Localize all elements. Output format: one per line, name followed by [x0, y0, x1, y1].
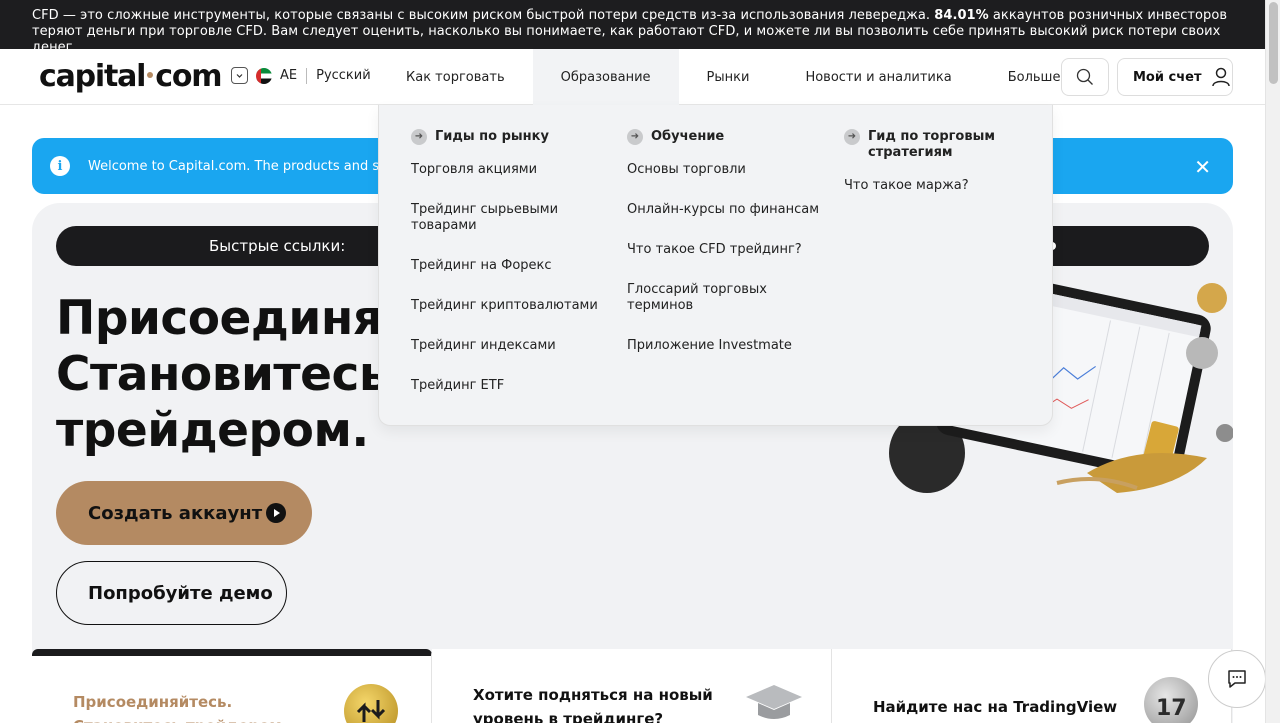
risk-warning-bar: CFD — это сложные инструменты, которые с… — [0, 0, 1265, 55]
feature-card-title: Присоединяйтесь. Становитесь трейдером. — [73, 690, 287, 723]
nav-education[interactable]: Образование — [532, 49, 679, 105]
menu-item-what-is-cfd[interactable]: Что такое CFD трейдинг? — [627, 242, 822, 258]
feature-card[interactable]: Хотите подняться на новый уровень в трей… — [432, 649, 832, 723]
menu-item-trading-basics[interactable]: Основы торговли — [627, 162, 822, 178]
menu-item-indices[interactable]: Трейдинг индексами — [411, 338, 611, 354]
arrow-right-icon: ➜ — [627, 129, 643, 145]
scrollbar-thumb[interactable] — [1269, 2, 1278, 84]
risk-warning-pre: CFD — это сложные инструменты, которые с… — [32, 8, 935, 23]
menu-item-forex[interactable]: Трейдинг на Форекс — [411, 258, 611, 274]
education-dropdown-menu: ➜ Гиды по рынку Торговля акциями Трейдин… — [378, 105, 1053, 426]
create-account-label: Создать аккаунт — [88, 502, 263, 524]
arrow-right-icon: ➜ — [411, 129, 427, 145]
feature-card-line: Хотите подняться на новый — [473, 686, 713, 704]
strategies-heading[interactable]: ➜ Гид по торговым стратегиям — [844, 129, 1024, 161]
chat-icon — [1228, 670, 1246, 688]
menu-item-commodities[interactable]: Трейдинг сырьевыми товарами — [411, 202, 611, 234]
menu-item-etf[interactable]: Трейдинг ETF — [411, 378, 611, 394]
main-nav: Как торговать Образование Рынки Новости … — [378, 49, 1088, 105]
uae-flag-icon — [256, 67, 272, 84]
column-heading-label: Гид по торговым стратегиям — [868, 129, 995, 160]
learning-column: ➜ Обучение Основы торговли Онлайн-курсы … — [627, 129, 822, 378]
arrows-coin-icon — [344, 684, 398, 723]
nav-news-analysis[interactable]: Новости и аналитика — [777, 49, 979, 105]
feature-card-line: Найдите нас на TradingView — [873, 698, 1118, 716]
graduation-cap-icon — [744, 677, 802, 723]
column-heading-label: Гиды по рынку — [435, 129, 549, 144]
language-selector[interactable]: AE Русский — [231, 67, 371, 84]
feature-card-line: Становитесь трейдером. — [73, 714, 287, 723]
my-account-button[interactable]: Мой счет — [1117, 58, 1233, 96]
capital-logo[interactable]: capital com — [39, 59, 223, 94]
create-account-button[interactable]: Создать аккаунт — [56, 481, 312, 545]
welcome-banner-text: Welcome to Capital.com. The products and… — [88, 158, 404, 174]
try-demo-button[interactable]: Попробуйте демо — [56, 561, 287, 625]
info-icon: i — [50, 156, 70, 176]
menu-item-stocks[interactable]: Торговля акциями — [411, 162, 611, 178]
svg-text:17: 17 — [1156, 696, 1187, 721]
chat-button[interactable] — [1208, 650, 1266, 708]
feature-card-line: уровень в трейдинге? — [473, 710, 664, 723]
market-guides-column: ➜ Гиды по рынку Торговля акциями Трейдин… — [411, 129, 611, 418]
page-scrollbar[interactable] — [1265, 0, 1280, 723]
logo-dot — [147, 71, 154, 78]
language-label[interactable]: Русский — [316, 68, 371, 83]
strategies-column: ➜ Гид по торговым стратегиям Что такое м… — [844, 129, 1024, 218]
feature-cards: Присоединяйтесь. Становитесь трейдером. … — [32, 649, 1233, 723]
logo-text-left: capital — [39, 59, 146, 94]
tradingview-coin-icon: 17 — [1144, 677, 1198, 723]
risk-warning-percent: 84.01% — [934, 8, 989, 23]
menu-item-online-courses[interactable]: Онлайн-курсы по финансам — [627, 202, 822, 218]
region-code: AE — [280, 68, 298, 83]
user-icon — [1211, 67, 1230, 87]
logo-text-right: com — [155, 59, 222, 94]
quick-links-label: Быстрые ссылки: — [209, 237, 346, 255]
divider — [306, 67, 308, 84]
feature-card[interactable]: Найдите нас на TradingView 17 — [832, 649, 1232, 723]
my-account-label: Мой счет — [1133, 69, 1202, 85]
menu-item-crypto[interactable]: Трейдинг криптовалютами — [411, 298, 611, 314]
nav-markets[interactable]: Рынки — [679, 49, 778, 105]
search-icon — [1076, 68, 1093, 85]
search-button[interactable] — [1061, 58, 1109, 96]
menu-item-glossary[interactable]: Глоссарий торговых терминов — [627, 282, 822, 314]
column-heading-label: Обучение — [651, 129, 725, 144]
feature-card-title: Найдите нас на TradingView — [873, 683, 1117, 719]
arrow-right-icon: ➜ — [844, 129, 860, 145]
feature-card[interactable]: Присоединяйтесь. Становитесь трейдером. — [32, 649, 432, 723]
learning-heading[interactable]: ➜ Обучение — [627, 129, 822, 145]
site-header: capital com AE Русский Как торговать Обра… — [0, 49, 1265, 105]
feature-card-line: Присоединяйтесь. — [73, 693, 233, 711]
menu-item-what-is-margin[interactable]: Что такое маржа? — [844, 178, 1024, 194]
feature-card-title: Хотите подняться на новый уровень в трей… — [473, 683, 713, 723]
play-arrow-icon — [266, 503, 286, 523]
menu-item-investmate[interactable]: Приложение Investmate — [627, 338, 822, 354]
try-demo-label: Попробуйте демо — [88, 582, 273, 604]
close-icon[interactable]: ✕ — [1194, 155, 1211, 179]
chevron-down-icon[interactable] — [231, 67, 248, 84]
nav-how-to-trade[interactable]: Как торговать — [378, 49, 533, 105]
market-guides-heading[interactable]: ➜ Гиды по рынку — [411, 129, 611, 145]
